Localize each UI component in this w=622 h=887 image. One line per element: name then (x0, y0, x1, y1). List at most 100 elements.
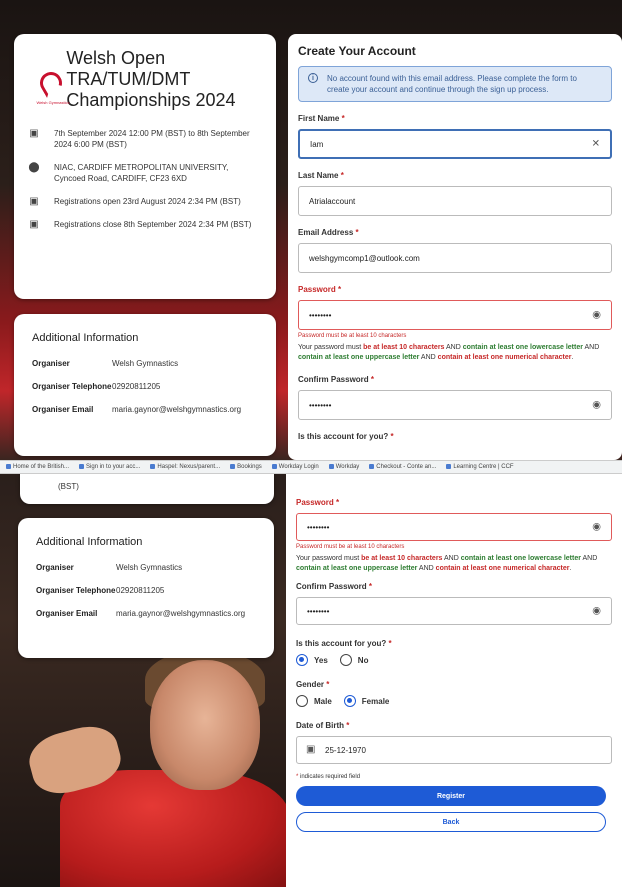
registration-open-text: Registrations open 23rd August 2024 2:34… (54, 197, 241, 206)
radio-label: No (357, 655, 369, 665)
additional-info-heading: Additional Information (36, 536, 143, 548)
info-row-email: Organiser Email maria.gaynor@welshgymnas… (36, 608, 256, 619)
bookmark-item[interactable]: Learning Centre | CCF (446, 463, 514, 470)
hint-text: . (569, 565, 572, 572)
location-pin-icon: ⬤ (28, 162, 40, 173)
info-row-email: Organiser Email maria.gaynor@welshgymnas… (32, 404, 258, 415)
required-asterisk: * (341, 114, 345, 123)
clear-icon[interactable]: ✕ (592, 139, 600, 150)
for-you-no[interactable]: No (339, 654, 369, 666)
gender-male[interactable]: Male (296, 695, 332, 707)
confirm-password-field[interactable]: •••••••• ◉ (296, 597, 612, 625)
required-asterisk: * (340, 171, 344, 180)
bookmark-label: Sign in to your acc... (86, 464, 141, 471)
confirm-password-field[interactable]: •••••••• ◉ (298, 390, 612, 420)
calendar-icon: ▣ (29, 128, 39, 139)
for-you-radio-group: Yes No (296, 654, 612, 666)
gender-female[interactable]: Female (343, 695, 390, 707)
hint-rule: contain at least one lowercase letter (460, 555, 581, 562)
radio-unchecked-icon (339, 654, 352, 666)
label-text: Password (296, 498, 334, 507)
radio-checked-icon (296, 654, 308, 666)
info-value: maria.gaynor@welshgymnastics.org (112, 405, 242, 414)
bookmark-label: Workday Login (278, 464, 319, 471)
info-value: 02920811205 (112, 382, 161, 391)
for-you-label: Is this account for you? * (296, 639, 612, 648)
confirm-password-label: Confirm Password * (298, 375, 612, 384)
bookmark-item[interactable]: Workday (328, 463, 359, 470)
eye-off-icon[interactable]: ◉ (592, 400, 601, 411)
event-card-tail: (BST) (20, 474, 274, 504)
bookmark-item[interactable]: Home of the British... (6, 463, 70, 471)
radio-label: Female (361, 696, 390, 706)
password-field[interactable]: •••••••• ◉ (298, 300, 612, 330)
required-asterisk: * (355, 228, 359, 237)
required-asterisk: * (296, 774, 299, 780)
bookmark-item[interactable]: Bookings (230, 463, 262, 470)
dob-field[interactable]: ▣ 25-12-1970 (296, 736, 612, 764)
event-venue: ⬤ NIAC, CARDIFF METROPOLITAN UNIVERSITY,… (28, 162, 262, 184)
back-button[interactable]: Back (296, 812, 606, 832)
email-value: welshgymcomp1@outlook.com (309, 253, 420, 263)
radio-checked-icon (343, 695, 356, 707)
event-datetime: ▣ 7th September 2024 12:00 PM (BST) to 8… (28, 128, 262, 150)
event-venue-text: NIAC, CARDIFF METROPOLITAN UNIVERSITY, C… (54, 163, 229, 183)
bookmark-icon (446, 463, 452, 469)
registration-close: ▣ Registrations close 8th September 2024… (28, 219, 262, 230)
bookmark-item[interactable]: Checkout - Conte an... (369, 463, 437, 471)
email-field[interactable]: welshgymcomp1@outlook.com (298, 243, 612, 273)
required-asterisk: * (368, 582, 373, 591)
password-field[interactable]: •••••••• ◉ (296, 513, 612, 541)
eye-off-icon[interactable]: ◉ (592, 606, 601, 617)
register-button[interactable]: Register (296, 786, 606, 806)
bookmark-item[interactable]: Workday Login (271, 463, 319, 471)
bookmark-item[interactable]: Haspel: Nexus/parent... (150, 463, 221, 471)
event-header: Welsh Gymnastics Welsh Open TRA/TUM/DMT … (28, 48, 262, 116)
label-text: Date of Birth (296, 721, 344, 730)
label-text: First Name (298, 114, 340, 123)
bookmark-icon (230, 463, 236, 469)
required-note-text: indicates required field (300, 774, 361, 780)
hint-text: AND (417, 565, 436, 572)
bookmark-label: Checkout - Conte an... (376, 464, 437, 471)
hint-rule: be at least 10 characters (363, 344, 445, 351)
hint-rule: contain at least one numerical character (437, 354, 572, 361)
label-text: Is this account for you? (298, 432, 389, 441)
info-row-organiser: Organiser Welsh Gymnastics (32, 358, 258, 369)
bottom-screenshot: (BST) Additional Information Organiser W… (0, 474, 622, 887)
info-value: 02920811205 (116, 586, 165, 595)
bookmark-icon (6, 463, 11, 469)
bookmark-icon (150, 463, 156, 469)
info-key: Organiser (36, 563, 74, 572)
confirm-password-value: •••••••• (309, 400, 332, 410)
bookmark-label: Haspel: Nexus/parent... (157, 464, 221, 471)
first-name-field[interactable]: Iam ✕ (298, 129, 612, 159)
for-you-yes[interactable]: Yes (296, 654, 328, 666)
info-alert: i No account found with this email addre… (298, 66, 612, 102)
additional-info-card: Additional Information Organiser Welsh G… (14, 314, 276, 456)
gender-label: Gender * (296, 680, 612, 689)
hint-text: AND (582, 344, 600, 351)
password-hint: Your password must be at least 10 charac… (296, 554, 612, 574)
create-account-form: Create Your Account i No account found w… (288, 34, 622, 460)
calendar-icon[interactable]: ▣ (306, 744, 315, 755)
bookmark-item[interactable]: Sign in to your acc... (79, 463, 141, 471)
hint-rule: contain at least one uppercase letter (298, 354, 420, 361)
info-icon: i (308, 73, 318, 83)
label-text: Confirm Password (298, 375, 369, 384)
event-title: Welsh Open TRA/TUM/DMT Championships 202… (66, 48, 236, 110)
calendar-check-icon: ▣ (29, 196, 39, 207)
required-asterisk: * (338, 285, 342, 294)
hint-rule: contain at least one uppercase letter (296, 565, 418, 572)
password-hint: Your password must be at least 10 charac… (298, 343, 612, 363)
bookmark-label: Home of the British... (13, 464, 70, 471)
eye-off-icon[interactable]: ◉ (592, 522, 601, 533)
hint-rule: be at least 10 characters (361, 555, 443, 562)
last-name-label: Last Name * (298, 171, 612, 180)
label-text: Is this account for you? (296, 639, 387, 648)
label-text: Email Address (298, 228, 354, 237)
last-name-field[interactable]: Atrialaccount (298, 186, 612, 216)
confirm-password-label: Confirm Password * (296, 582, 612, 591)
last-name-value: Atrialaccount (309, 196, 356, 206)
eye-off-icon[interactable]: ◉ (592, 310, 601, 321)
